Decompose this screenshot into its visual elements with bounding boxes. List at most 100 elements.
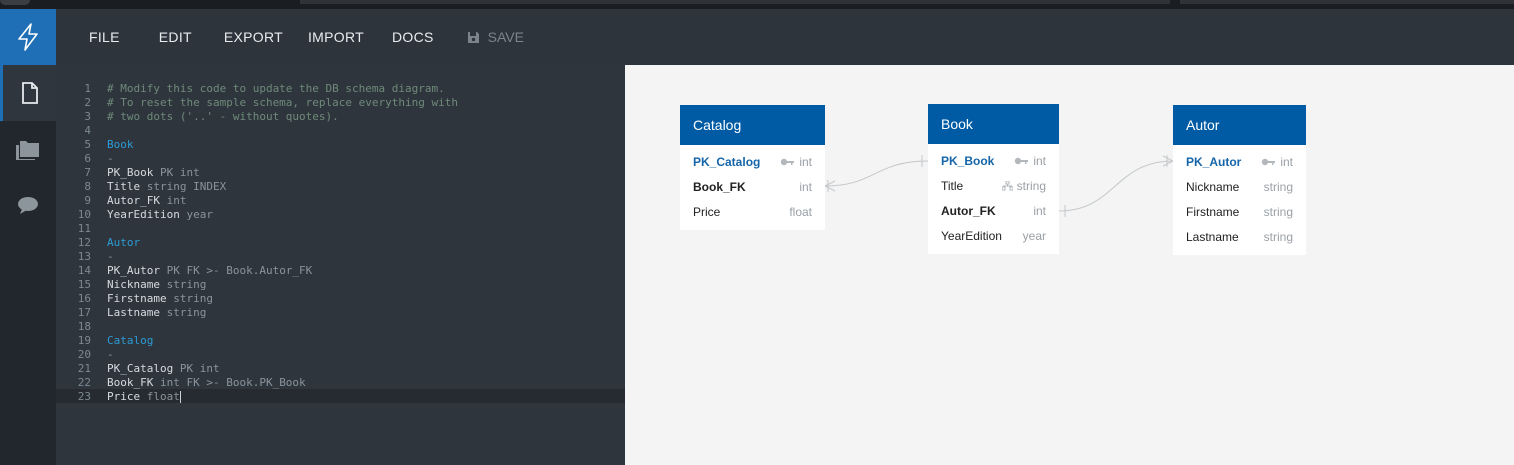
table-field-row[interactable]: YearEdition year bbox=[928, 223, 1059, 248]
code-field-name: Price bbox=[107, 389, 141, 403]
menu-export[interactable]: EXPORT bbox=[224, 29, 283, 45]
code-field-name: YearEdition bbox=[107, 207, 180, 221]
key-icon bbox=[1262, 158, 1276, 165]
table-field-row[interactable]: Price float bbox=[680, 199, 825, 224]
table-field-row[interactable]: Title string bbox=[928, 173, 1059, 198]
code-field-type: year bbox=[179, 207, 213, 221]
code-comment: # Modify this code to update the DB sche… bbox=[107, 81, 445, 95]
code-line-current: 23 Price float bbox=[56, 389, 625, 403]
field-name: PK_Catalog bbox=[693, 154, 761, 169]
field-name: Nickname bbox=[1186, 179, 1240, 194]
left-sidebar bbox=[0, 9, 56, 465]
code-line: 12 Autor bbox=[56, 235, 625, 249]
top-menu-bar: FILE EDIT EXPORT IMPORT DOCS SAVE bbox=[56, 9, 1514, 65]
table-field-row[interactable]: Firstname string bbox=[1173, 199, 1306, 224]
code-field-name: Lastname bbox=[107, 305, 160, 319]
field-type: string bbox=[1263, 204, 1293, 219]
code-field-name: Title bbox=[107, 179, 141, 193]
field-name: PK_Book bbox=[941, 153, 995, 168]
table-autor[interactable]: Autor PK_Autor int Nickname string First… bbox=[1173, 105, 1306, 255]
line-number: 8 bbox=[84, 179, 91, 193]
table-catalog[interactable]: Catalog PK_Catalog int Book_FK int Price… bbox=[680, 105, 825, 230]
table-header[interactable]: Autor bbox=[1173, 105, 1306, 145]
code-line: 2 # To reset the sample schema, replace … bbox=[56, 95, 625, 109]
key-icon bbox=[781, 158, 795, 165]
line-number: 21 bbox=[77, 361, 91, 375]
field-name: Firstname bbox=[1186, 204, 1240, 219]
menu-save-label: SAVE bbox=[487, 29, 524, 45]
line-number: 16 bbox=[77, 291, 91, 305]
table-field-row[interactable]: Book_FK int bbox=[680, 174, 825, 199]
code-field-name: PK_Autor bbox=[107, 263, 160, 277]
index-icon bbox=[1001, 180, 1013, 190]
menu-docs[interactable]: DOCS bbox=[392, 29, 434, 45]
table-book[interactable]: Book PK_Book int Title string Autor_FK i… bbox=[928, 104, 1059, 254]
menu-import[interactable]: IMPORT bbox=[308, 29, 364, 45]
code-line: 7 PK_Book PK int bbox=[56, 165, 625, 179]
sidebar-item-comments[interactable] bbox=[0, 177, 56, 233]
menu-edit[interactable]: EDIT bbox=[159, 29, 192, 45]
code-table-name: Autor bbox=[107, 235, 141, 249]
floppy-disk-icon bbox=[467, 31, 479, 43]
line-number: 1 bbox=[84, 81, 91, 95]
code-table-name: Book bbox=[107, 137, 134, 151]
code-line: 18 bbox=[56, 319, 625, 333]
table-field-row[interactable]: Lastname string bbox=[1173, 224, 1306, 249]
table-field-row[interactable]: Autor_FK int bbox=[928, 198, 1059, 223]
sidebar-item-folders[interactable] bbox=[0, 121, 56, 177]
field-type: int bbox=[1280, 154, 1293, 169]
code-field-name: Book_FK bbox=[107, 375, 154, 389]
field-name: Book_FK bbox=[693, 179, 746, 194]
field-type: int bbox=[1033, 153, 1046, 168]
sidebar-item-document[interactable] bbox=[0, 65, 56, 121]
line-number: 6 bbox=[84, 151, 91, 165]
code-field-type: string bbox=[159, 277, 207, 291]
field-name: YearEdition bbox=[941, 228, 1002, 243]
relation-catalog-book bbox=[824, 160, 929, 187]
browser-tab-fragment bbox=[0, 0, 30, 5]
folder-icon bbox=[16, 141, 39, 160]
code-field-type: int FK >- Book.PK_Book bbox=[153, 375, 306, 389]
table-field-row[interactable]: PK_Autor int bbox=[1173, 149, 1306, 174]
code-line: 14 PK_Autor PK FK >- Book.Autor_FK bbox=[56, 263, 625, 277]
text-caret bbox=[179, 390, 181, 403]
line-number: 14 bbox=[77, 263, 91, 277]
bolt-logo-icon bbox=[18, 23, 38, 51]
code-line: 8 Title string INDEX bbox=[56, 179, 625, 193]
code-editor[interactable]: 1 # Modify this code to update the DB sc… bbox=[56, 65, 625, 465]
field-name: Title bbox=[941, 178, 964, 193]
relation-book-autor bbox=[1058, 160, 1174, 212]
line-number: 7 bbox=[84, 165, 91, 179]
field-type: int bbox=[799, 154, 812, 169]
menu-save-button[interactable]: SAVE bbox=[467, 29, 524, 45]
code-field-name: Nickname bbox=[107, 277, 160, 291]
field-name: PK_Autor bbox=[1186, 154, 1242, 169]
code-field-type: float bbox=[140, 389, 180, 403]
code-line: 1 # Modify this code to update the DB sc… bbox=[56, 81, 625, 95]
line-number: 15 bbox=[77, 277, 91, 291]
document-icon bbox=[21, 82, 38, 104]
field-type: int bbox=[1033, 203, 1046, 218]
table-header[interactable]: Catalog bbox=[680, 105, 825, 145]
field-type: int bbox=[799, 179, 812, 194]
table-field-row[interactable]: Nickname string bbox=[1173, 174, 1306, 199]
field-type: string bbox=[1263, 229, 1293, 244]
table-field-row[interactable]: PK_Catalog int bbox=[680, 149, 825, 174]
line-number: 23 bbox=[77, 389, 91, 403]
code-line: 3 # two dots ('..' - without quotes). bbox=[56, 109, 625, 123]
code-comment: # two dots ('..' - without quotes). bbox=[107, 109, 339, 123]
app-logo[interactable] bbox=[0, 9, 56, 65]
menu-file[interactable]: FILE bbox=[89, 29, 120, 45]
field-name: Price bbox=[693, 204, 721, 219]
code-field-type: PK int bbox=[173, 361, 220, 375]
table-field-row[interactable]: PK_Book int bbox=[928, 148, 1059, 173]
browser-toolbar-fragment bbox=[1180, 0, 1514, 4]
code-field-name: PK_Book bbox=[107, 165, 154, 179]
table-header[interactable]: Book bbox=[928, 104, 1059, 144]
code-line: 9 Autor_FK int bbox=[56, 193, 625, 207]
code-line: 10 YearEdition year bbox=[56, 207, 625, 221]
code-field-name: PK_Catalog bbox=[107, 361, 174, 375]
diagram-canvas[interactable]: Catalog PK_Catalog int Book_FK int Price… bbox=[625, 65, 1514, 465]
line-number: 22 bbox=[77, 375, 91, 389]
field-type: float bbox=[789, 204, 812, 219]
